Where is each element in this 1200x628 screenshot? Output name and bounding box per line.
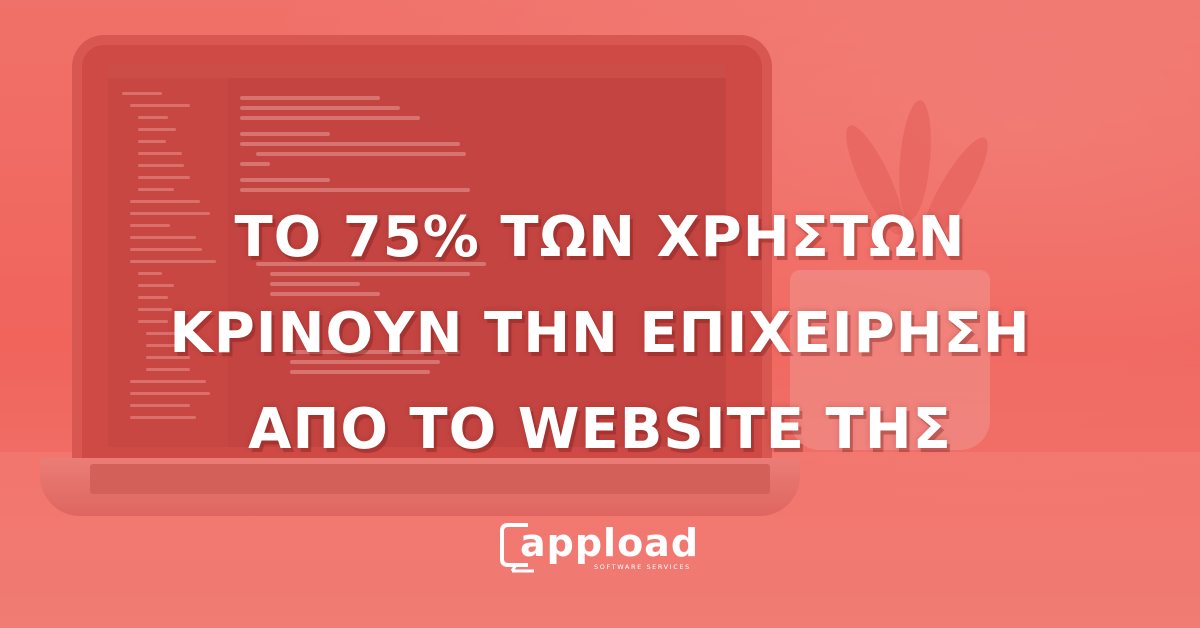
appload-logo: appload SOFTWARE SERVICES xyxy=(498,519,708,581)
logo-wordmark: appload xyxy=(520,521,700,565)
editor-titlebar xyxy=(108,64,726,78)
logo-tagline: SOFTWARE SERVICES xyxy=(594,563,691,571)
headline-line-2: ΚΡΙΝΟΥΝ ΤΗΝ ΕΠΙΧΕΙΡΗΣΗ xyxy=(169,301,1031,366)
headline: ΤΟ 75% ΤΩΝ ΧΡΗΣΤΩΝ ΚΡΙΝΟΥΝ ΤΗΝ ΕΠΙΧΕΙΡΗΣ… xyxy=(0,190,1200,478)
headline-line-3: ΑΠΟ ΤΟ WEBSITE ΤΗΣ xyxy=(248,397,952,462)
headline-line-1: ΤΟ 75% ΤΩΝ ΧΡΗΣΤΩΝ xyxy=(234,205,966,270)
